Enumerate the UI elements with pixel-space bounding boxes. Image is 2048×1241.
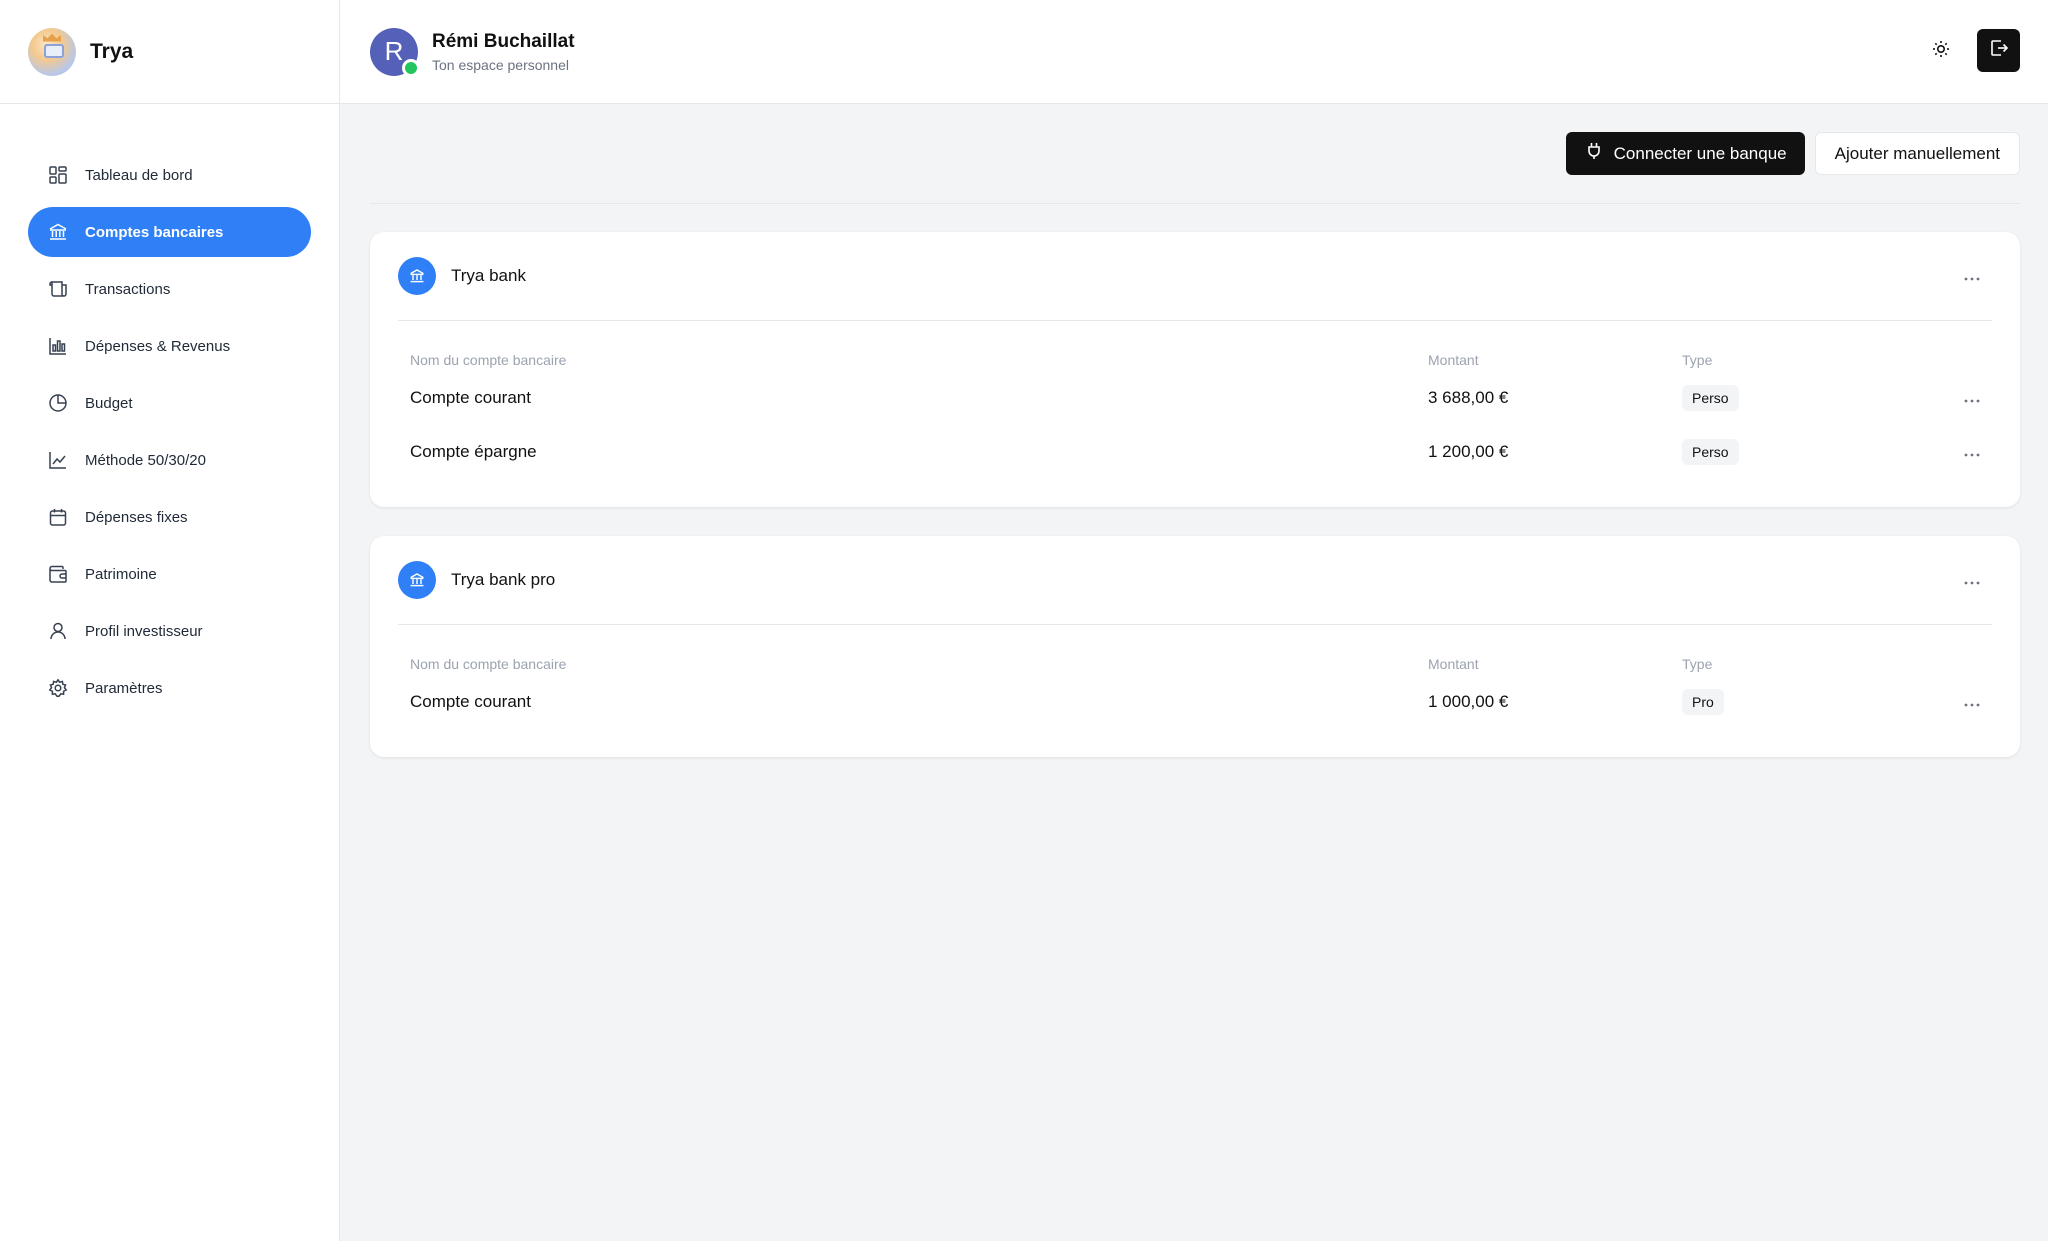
bank-name: Trya bank — [451, 266, 526, 285]
account-name: Compte courant — [410, 388, 531, 407]
table-header: Nom du compte bancaire Montant Type — [398, 625, 1992, 675]
sidebar-item-label: Dépenses fixes — [85, 508, 188, 526]
bar-chart-icon — [48, 336, 68, 356]
sidebar-item-label: Comptes bancaires — [85, 223, 224, 241]
plug-icon — [1586, 142, 1602, 165]
sidebar-item-label: Tableau de bord — [85, 166, 193, 184]
sidebar-item-label: Méthode 50/30/20 — [85, 451, 206, 469]
row-more-button[interactable] — [1960, 690, 1984, 714]
logout-icon — [1989, 38, 2009, 63]
sidebar-item-tableau-de-bord[interactable]: Tableau de bord — [28, 150, 311, 200]
sidebar-item-patrimoine[interactable]: Patrimoine — [28, 549, 311, 599]
more-horizontal-icon — [1964, 268, 1980, 286]
sidebar-item-comptes-bancaires[interactable]: Comptes bancaires — [28, 207, 311, 257]
bank-icon — [398, 561, 436, 599]
sidebar-item-label: Budget — [85, 394, 133, 412]
receipt-icon — [48, 279, 68, 299]
pie-chart-icon — [48, 393, 68, 413]
dashboard-icon — [48, 165, 68, 185]
logout-button[interactable] — [1977, 29, 2020, 72]
add-manually-label: Ajouter manuellement — [1834, 143, 2000, 163]
sidebar-item-budget[interactable]: Budget — [28, 378, 311, 428]
column-type-header: Type — [1682, 352, 1713, 368]
more-horizontal-icon — [1964, 388, 1980, 408]
column-amount-header: Montant — [1428, 352, 1479, 368]
bank-header: Trya bank pro — [398, 536, 1992, 625]
account-type-badge: Perso — [1682, 439, 1739, 465]
column-name-header: Nom du compte bancaire — [410, 352, 567, 368]
add-manually-button[interactable]: Ajouter manuellement — [1814, 132, 2020, 175]
brand-name: Trya — [90, 39, 134, 63]
account-amount: 1 000,00 € — [1428, 692, 1509, 711]
connect-bank-button[interactable]: Connecter une banque — [1565, 132, 1805, 175]
sidebar-item-label: Transactions — [85, 280, 171, 298]
sidebar-item-depenses-fixes[interactable]: Dépenses fixes — [28, 492, 311, 542]
column-name-header: Nom du compte bancaire — [410, 656, 567, 672]
gear-icon — [48, 678, 68, 698]
sidebar-item-label: Profil investisseur — [85, 622, 203, 640]
row-more-button[interactable] — [1960, 386, 1984, 410]
bank-more-button[interactable] — [1960, 265, 1984, 289]
wallet-icon — [48, 564, 68, 584]
table-row[interactable]: Compte courant 1 000,00 € Pro — [398, 675, 1992, 729]
column-type-header: Type — [1682, 656, 1713, 672]
user-icon — [48, 621, 68, 641]
calendar-icon — [48, 507, 68, 527]
account-amount: 3 688,00 € — [1428, 388, 1509, 407]
user-info: Rémi Buchaillat Ton espace personnel — [432, 31, 575, 73]
main-content: Connecter une banque Ajouter manuellemen… — [370, 104, 2020, 757]
sidebar-item-label: Dépenses & Revenus — [85, 337, 231, 355]
sidebar-nav: Tableau de bord Comptes bancaires Transa… — [0, 104, 339, 713]
account-name: Compte épargne — [410, 442, 537, 461]
sidebar-item-depenses-revenus[interactable]: Dépenses & Revenus — [28, 321, 311, 371]
brand-logo — [28, 27, 76, 76]
account-type-badge: Perso — [1682, 385, 1739, 411]
table-row[interactable]: Compte épargne 1 200,00 € Perso — [398, 425, 1992, 479]
more-horizontal-icon — [1964, 442, 1980, 462]
bank-more-button[interactable] — [1960, 569, 1984, 593]
table-row[interactable]: Compte courant 3 688,00 € Perso — [398, 371, 1992, 425]
avatar-initial: R — [384, 36, 404, 66]
account-amount: 1 200,00 € — [1428, 442, 1509, 461]
sidebar-item-methode-50-30-20[interactable]: Méthode 50/30/20 — [28, 435, 311, 485]
table-header: Nom du compte bancaire Montant Type — [398, 321, 1992, 371]
avatar[interactable]: R — [370, 27, 420, 77]
bank-header: Trya bank — [398, 232, 1992, 321]
connect-bank-label: Connecter une banque — [1613, 143, 1787, 163]
sidebar: Trya Tableau de bord Comptes bancaires T… — [0, 0, 340, 1241]
sidebar-item-label: Paramètres — [85, 679, 163, 697]
column-amount-header: Montant — [1428, 656, 1479, 672]
bank-icon — [398, 257, 436, 295]
online-status-dot — [402, 58, 420, 77]
row-more-button[interactable] — [1960, 440, 1984, 464]
bank-icon — [48, 222, 68, 242]
sun-icon — [1932, 40, 1950, 63]
topbar: R Rémi Buchaillat Ton espace personnel — [340, 0, 2048, 104]
sidebar-item-parametres[interactable]: Paramètres — [28, 663, 311, 713]
sidebar-item-label: Patrimoine — [85, 565, 157, 583]
bank-card: Trya bank Nom du compte bancaire Montant… — [370, 232, 2020, 507]
theme-toggle-button[interactable] — [1926, 36, 1956, 66]
user-subtitle: Ton espace personnel — [432, 56, 569, 73]
line-chart-icon — [48, 450, 68, 470]
more-horizontal-icon — [1964, 572, 1980, 590]
user-name: Rémi Buchaillat — [432, 30, 575, 52]
more-horizontal-icon — [1964, 692, 1980, 712]
account-type-badge: Pro — [1682, 689, 1724, 715]
bank-name: Trya bank pro — [451, 570, 556, 589]
brand[interactable]: Trya — [0, 0, 339, 104]
account-name: Compte courant — [410, 692, 531, 711]
sidebar-item-transactions[interactable]: Transactions — [28, 264, 311, 314]
sidebar-item-profil-investisseur[interactable]: Profil investisseur — [28, 606, 311, 656]
actions-bar: Connecter une banque Ajouter manuellemen… — [370, 104, 2020, 204]
bank-card: Trya bank pro Nom du compte bancaire Mon… — [370, 536, 2020, 757]
